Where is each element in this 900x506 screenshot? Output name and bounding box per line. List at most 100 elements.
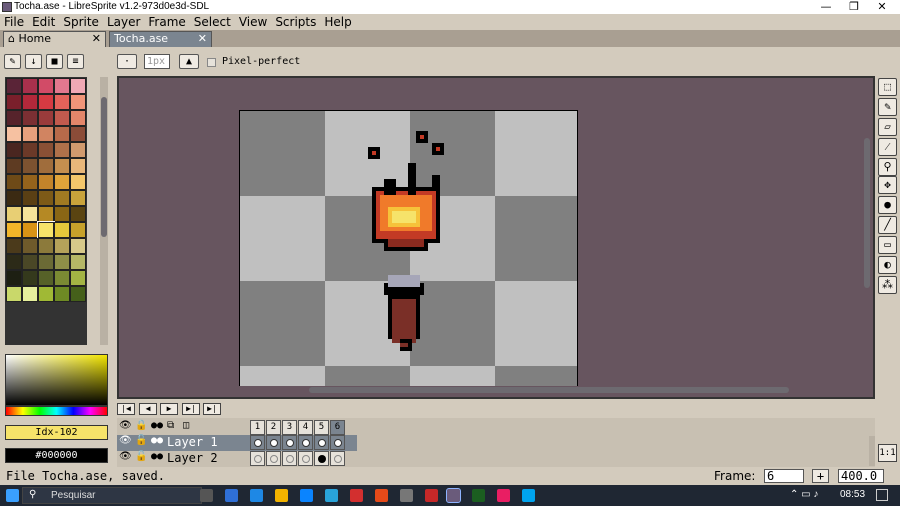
palette-swatch[interactable] [6, 270, 22, 286]
palette-swatch[interactable] [54, 158, 70, 174]
notifications-icon[interactable] [876, 489, 888, 501]
color-spectrum[interactable] [5, 354, 108, 406]
palette-swatch[interactable] [38, 126, 54, 142]
minimize-button[interactable]: — [812, 0, 840, 14]
frame-header-2[interactable]: 2 [266, 420, 281, 435]
brush-size-input[interactable]: 1px [144, 54, 170, 69]
store-icon[interactable] [225, 489, 238, 502]
cel[interactable] [282, 451, 297, 466]
palette-swatch[interactable] [22, 254, 38, 270]
menu-frame[interactable]: Frame [144, 14, 189, 30]
tray-icons[interactable]: ⌃ ▭ ♪ [790, 489, 818, 500]
sprite-editor[interactable] [117, 76, 875, 399]
frame-header-3[interactable]: 3 [282, 420, 297, 435]
layer1-name[interactable]: Layer 1 [167, 435, 218, 449]
taskbar-search[interactable]: ⚲ Pesquisar [22, 487, 202, 504]
tab-home[interactable]: ⌂ Home ✕ [3, 31, 106, 47]
palette-swatch[interactable] [22, 158, 38, 174]
layer2-visibility-icon[interactable]: 👁 [119, 451, 132, 462]
palette-options-icon[interactable]: ≡ [67, 54, 84, 69]
palette-swatch[interactable] [22, 126, 38, 142]
palette-swatch[interactable] [22, 142, 38, 158]
palette-swatch[interactable] [54, 94, 70, 110]
app-icon-13[interactable] [522, 489, 535, 502]
move-tool-icon[interactable]: ✥ [878, 176, 897, 194]
palette-swatch[interactable] [54, 254, 70, 270]
opera-icon[interactable] [425, 489, 438, 502]
brush-type-icon[interactable]: · [117, 54, 137, 69]
edit-palette-icon[interactable]: ✎ [4, 54, 21, 69]
cel[interactable] [298, 451, 313, 466]
palette-swatch[interactable] [6, 286, 22, 302]
background-color[interactable]: #000000 [5, 448, 108, 463]
app-icon-6[interactable] [350, 489, 363, 502]
palette-swatch[interactable] [38, 142, 54, 158]
palette-swatch[interactable] [54, 270, 70, 286]
palette-swatch[interactable] [70, 142, 86, 158]
color-palette[interactable] [5, 77, 87, 345]
frame-header-6[interactable]: 6 [330, 420, 345, 435]
palette-swatch[interactable] [6, 110, 22, 126]
layer2-name[interactable]: Layer 2 [167, 451, 218, 465]
pencil-tool-icon[interactable]: ✎ [878, 98, 897, 116]
app-icon-5[interactable] [325, 489, 338, 502]
cel[interactable] [314, 435, 329, 450]
windows-start-icon[interactable] [6, 489, 19, 502]
app-icon-12[interactable] [497, 489, 510, 502]
restore-button[interactable]: ❐ [840, 0, 868, 14]
palette-swatch[interactable] [70, 222, 86, 238]
palette-swatch[interactable] [6, 174, 22, 190]
palette-swatch[interactable] [38, 206, 54, 222]
palette-swatch[interactable] [70, 270, 86, 286]
palette-swatch[interactable] [54, 110, 70, 126]
edge-icon[interactable] [250, 489, 263, 502]
fill-tool-icon[interactable]: ● [878, 196, 897, 214]
app-icon-8[interactable] [400, 489, 413, 502]
last-frame-button[interactable]: ▶| [203, 403, 221, 415]
palette-swatch[interactable] [22, 270, 38, 286]
palette-swatch[interactable] [54, 126, 70, 142]
palette-swatch[interactable] [54, 206, 70, 222]
marquee-tool-icon[interactable]: ⬚ [878, 78, 897, 96]
line-tool-icon[interactable]: ╱ [878, 216, 897, 234]
cel[interactable] [250, 435, 265, 450]
foreground-color[interactable]: Idx-102 [5, 425, 108, 440]
palette-swatch[interactable] [70, 126, 86, 142]
palette-swatch[interactable] [22, 110, 38, 126]
palette-swatch[interactable] [22, 222, 38, 238]
mail-icon[interactable] [300, 489, 313, 502]
palette-swatch[interactable] [38, 238, 54, 254]
cel[interactable] [250, 451, 265, 466]
palette-swatch[interactable] [70, 78, 86, 94]
timeline-vscroll[interactable] [869, 436, 875, 466]
palette-swatch[interactable] [54, 190, 70, 206]
menu-layer[interactable]: Layer [103, 14, 144, 30]
editor-hscroll[interactable] [119, 386, 861, 394]
libresprite-taskbar-icon[interactable] [446, 488, 461, 503]
palette-swatch[interactable] [54, 238, 70, 254]
play-button[interactable]: ▶ [160, 403, 178, 415]
menu-select[interactable]: Select [190, 14, 235, 30]
palette-swatch[interactable] [70, 254, 86, 270]
palette-swatch[interactable] [6, 158, 22, 174]
spray-tool-icon[interactable]: ⁂ [878, 276, 897, 294]
palette-swatch[interactable] [70, 174, 86, 190]
ink-icon[interactable]: ▲ [179, 54, 199, 69]
cel[interactable] [298, 435, 313, 450]
cel[interactable] [282, 435, 297, 450]
app-icon-11[interactable] [472, 489, 485, 502]
zoom-input[interactable]: 400.0 [838, 469, 884, 483]
cel[interactable] [330, 451, 345, 466]
layer2-onion-icon[interactable]: ●● [151, 451, 163, 462]
editor-vscroll[interactable] [863, 78, 871, 384]
palette-sort-icon[interactable]: ↓ [25, 54, 42, 69]
cel[interactable] [266, 451, 281, 466]
tab-home-close-icon[interactable]: ✕ [92, 32, 101, 46]
frame-input[interactable]: 6 [764, 469, 804, 483]
palette-swatch[interactable] [70, 158, 86, 174]
layer1-visibility-icon[interactable]: 👁 [119, 435, 132, 446]
palette-swatch[interactable] [6, 222, 22, 238]
menu-view[interactable]: View [235, 14, 271, 30]
palette-swatch[interactable] [6, 254, 22, 270]
cel[interactable] [330, 435, 345, 450]
